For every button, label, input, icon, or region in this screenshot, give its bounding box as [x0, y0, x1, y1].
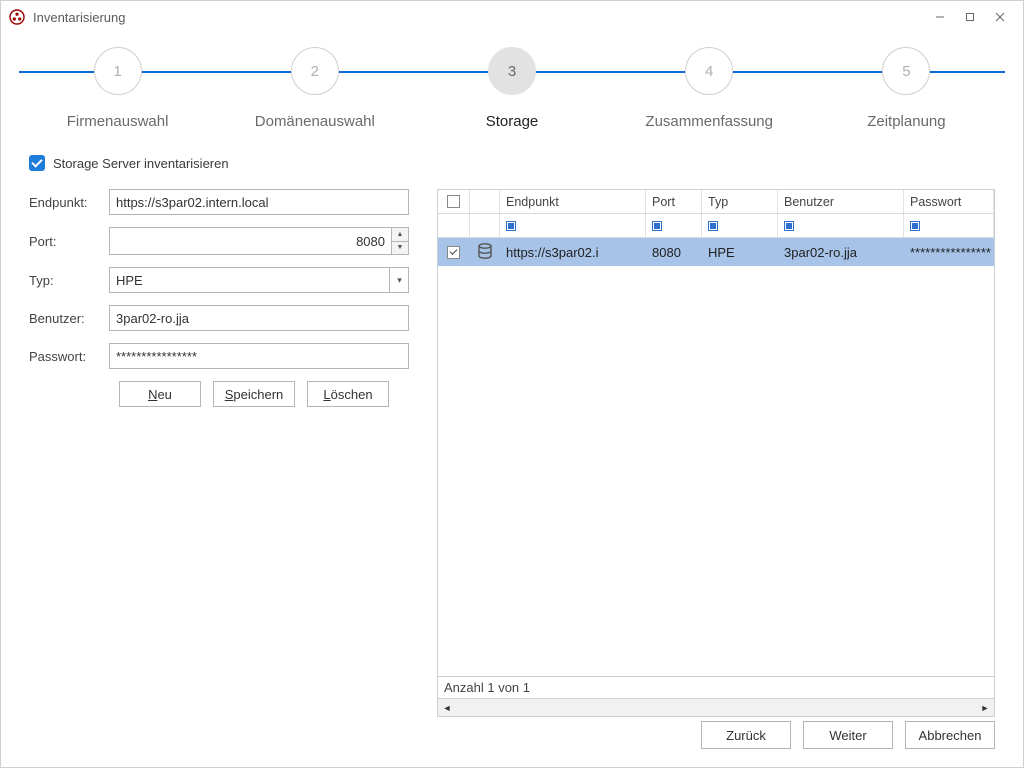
- grid-hscrollbar[interactable]: ◄ ►: [438, 698, 994, 716]
- port-step-up[interactable]: ▲: [391, 227, 409, 241]
- step-1-label: Firmenauswahl: [67, 113, 169, 130]
- typ-select[interactable]: HPE: [109, 267, 409, 293]
- filter-icon: [784, 221, 794, 231]
- step-3-label: Storage: [486, 113, 539, 130]
- wizard-stepper: 1 Firmenauswahl 2 Domänenauswahl 3 Stora…: [19, 41, 1005, 141]
- zurueck-label: Zurück: [726, 728, 766, 743]
- loeschen-button-rest: öschen: [331, 387, 373, 402]
- cell-port: 8080: [646, 245, 702, 260]
- col-typ[interactable]: Typ: [702, 190, 778, 213]
- window-root: Inventarisierung 1 Firmenauswahl 2 Domän…: [0, 0, 1024, 768]
- endpunkt-input[interactable]: [109, 189, 409, 215]
- weiter-label: Weiter: [829, 728, 866, 743]
- weiter-button[interactable]: Weiter: [803, 721, 893, 749]
- scroll-right-icon[interactable]: ►: [976, 699, 994, 717]
- passwort-input[interactable]: [109, 343, 409, 369]
- row-checkbox[interactable]: [447, 246, 460, 259]
- table-row[interactable]: https://s3par02.i 8080 HPE 3par02-ro.jja…: [438, 238, 994, 266]
- step-2[interactable]: 2 Domänenauswahl: [216, 41, 413, 130]
- window-title: Inventarisierung: [33, 10, 126, 25]
- inventorize-checkbox-row: Storage Server inventarisieren: [29, 155, 1023, 171]
- step-1[interactable]: 1 Firmenauswahl: [19, 41, 216, 130]
- zurueck-button[interactable]: Zurück: [701, 721, 791, 749]
- titlebar: Inventarisierung: [1, 1, 1023, 33]
- grid-count-label: Anzahl 1 von 1: [444, 680, 530, 695]
- step-4-label: Zusammenfassung: [645, 113, 773, 130]
- filter-passwort[interactable]: [904, 214, 994, 237]
- speichern-button[interactable]: Speichern: [213, 381, 295, 407]
- inventorize-checkbox-label: Storage Server inventarisieren: [53, 156, 229, 171]
- step-2-circle: 2: [291, 47, 339, 95]
- filter-port[interactable]: [646, 214, 702, 237]
- step-1-circle: 1: [94, 47, 142, 95]
- filter-benutzer[interactable]: [778, 214, 904, 237]
- cell-typ: HPE: [702, 245, 778, 260]
- neu-button-rest: eu: [157, 387, 171, 402]
- grid-body-empty: [438, 266, 994, 676]
- scroll-left-icon[interactable]: ◄: [438, 699, 456, 717]
- typ-select-value: HPE: [116, 273, 143, 288]
- step-5[interactable]: 5 Zeitplanung: [808, 41, 1005, 130]
- abbrechen-button[interactable]: Abbrechen: [905, 721, 995, 749]
- inventorize-checkbox[interactable]: [29, 155, 45, 171]
- filter-icon: [708, 221, 718, 231]
- label-passwort: Passwort:: [29, 349, 109, 364]
- col-endpunkt[interactable]: Endpunkt: [500, 190, 646, 213]
- cell-endpunkt: https://s3par02.i: [500, 245, 646, 260]
- filter-icon: [652, 221, 662, 231]
- col-passwort[interactable]: Passwort: [904, 190, 994, 213]
- cell-benutzer: 3par02-ro.jja: [778, 245, 904, 260]
- abbrechen-label: Abbrechen: [919, 728, 982, 743]
- close-button[interactable]: [985, 5, 1015, 29]
- label-typ: Typ:: [29, 273, 109, 288]
- step-4-circle: 4: [685, 47, 733, 95]
- grid-filter-row: [438, 214, 994, 238]
- speichern-button-rest: peichern: [233, 387, 283, 402]
- port-input[interactable]: [109, 227, 391, 255]
- label-endpunkt: Endpunkt:: [29, 195, 109, 210]
- loeschen-button[interactable]: Löschen: [307, 381, 389, 407]
- label-port: Port:: [29, 234, 109, 249]
- chevron-down-icon[interactable]: ▾: [389, 267, 409, 293]
- app-icon: [9, 9, 25, 25]
- step-4[interactable]: 4 Zusammenfassung: [611, 41, 808, 130]
- neu-button[interactable]: Neu: [119, 381, 201, 407]
- step-3-circle: 3: [488, 47, 536, 95]
- step-3[interactable]: 3 Storage: [413, 41, 610, 130]
- maximize-button[interactable]: [955, 5, 985, 29]
- col-check[interactable]: [438, 190, 470, 213]
- port-step-down[interactable]: ▼: [391, 241, 409, 256]
- step-2-label: Domänenauswahl: [255, 113, 375, 130]
- grid-footer: Anzahl 1 von 1: [438, 676, 994, 698]
- col-icon: [470, 190, 500, 213]
- storage-form: Endpunkt: Port: ▲ ▼ Typ: HPE ▾: [29, 189, 409, 717]
- step-5-circle: 5: [882, 47, 930, 95]
- storage-grid: Endpunkt Port Typ Benutzer Passwort http…: [437, 189, 995, 717]
- grid-header: Endpunkt Port Typ Benutzer Passwort: [438, 190, 994, 214]
- step-5-label: Zeitplanung: [867, 113, 945, 130]
- wizard-nav: Zurück Weiter Abbrechen: [701, 721, 995, 749]
- filter-typ[interactable]: [702, 214, 778, 237]
- filter-icon: [506, 221, 516, 231]
- filter-endpunkt[interactable]: [500, 214, 646, 237]
- cell-passwort: ****************: [904, 245, 994, 260]
- minimize-button[interactable]: [925, 5, 955, 29]
- benutzer-input[interactable]: [109, 305, 409, 331]
- label-benutzer: Benutzer:: [29, 311, 109, 326]
- col-benutzer[interactable]: Benutzer: [778, 190, 904, 213]
- col-port[interactable]: Port: [646, 190, 702, 213]
- database-icon: [476, 242, 494, 263]
- header-checkbox-icon: [447, 195, 460, 208]
- filter-icon: [910, 221, 920, 231]
